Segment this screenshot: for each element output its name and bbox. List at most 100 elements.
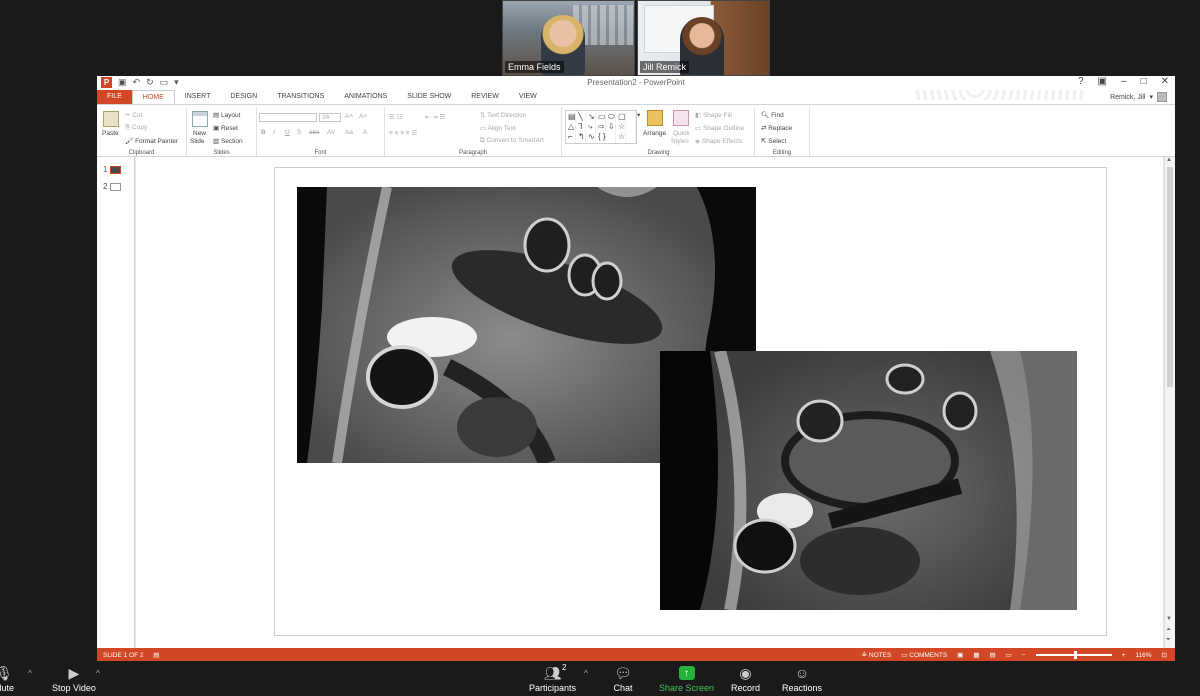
- comments-button[interactable]: ▭ COMMENTS: [901, 651, 947, 659]
- rounded-rect-shape-icon: ▢: [618, 112, 626, 121]
- scroll-up-icon[interactable]: ▲: [1166, 157, 1172, 163]
- scrollbar-thumb[interactable]: [1167, 167, 1173, 387]
- bold-button[interactable]: B: [261, 129, 266, 136]
- italic-button[interactable]: I: [273, 129, 275, 136]
- character-spacing-button[interactable]: AV: [327, 129, 335, 136]
- share-screen-button[interactable]: ↑ Share Screen: [659, 663, 714, 693]
- bullets-icon[interactable]: ☰ ☷: [389, 113, 402, 121]
- font-size-input[interactable]: 24: [319, 113, 341, 122]
- quick-styles-button-2[interactable]: Styles: [671, 138, 689, 145]
- shape-fill-button[interactable]: ◧ Shape Fill: [695, 111, 732, 119]
- align-text-button[interactable]: ▭ Align Text: [480, 124, 516, 132]
- maximize-icon[interactable]: □: [1141, 76, 1147, 87]
- quick-styles-icon[interactable]: [673, 110, 689, 126]
- shape-outline-label: Shape Outline: [702, 125, 745, 132]
- tab-file[interactable]: FILE: [97, 90, 132, 104]
- reset-button[interactable]: ▣ Reset: [213, 124, 238, 132]
- video-tile-jill[interactable]: Jill Remick: [637, 0, 770, 76]
- tab-review[interactable]: REVIEW: [461, 90, 509, 104]
- mute-button[interactable]: 🎙︎ Mute: [0, 663, 14, 694]
- help-icon[interactable]: ?: [1078, 76, 1084, 87]
- replace-button[interactable]: ⇄ Replace: [761, 124, 792, 132]
- participants-options-caret-icon[interactable]: ^: [584, 669, 588, 678]
- shape-outline-button[interactable]: ▭ Shape Outline: [695, 124, 744, 132]
- strikethrough-button[interactable]: abc: [309, 129, 319, 136]
- participants-button[interactable]: 👥︎ Participants: [529, 663, 576, 694]
- grow-font-icon[interactable]: A˄: [345, 113, 353, 120]
- tab-slide-show[interactable]: SLIDE SHOW: [397, 90, 461, 104]
- new-slide-icon[interactable]: [192, 111, 208, 127]
- next-slide-icon[interactable]: ⏷: [1166, 637, 1171, 644]
- slide-sorter-icon[interactable]: ▦: [973, 651, 979, 659]
- smartart-button[interactable]: ⧉ Convert to SmartArt: [480, 137, 544, 145]
- new-slide-button[interactable]: New: [193, 130, 206, 137]
- tab-insert[interactable]: INSERT: [175, 90, 221, 104]
- reading-view-icon[interactable]: ▤: [989, 651, 995, 659]
- slide-thumbnail-pane: 1 2: [97, 157, 135, 648]
- notes-button[interactable]: ≙ NOTES: [862, 651, 892, 659]
- slide-thumbnail-1[interactable]: 1: [103, 165, 122, 174]
- close-icon[interactable]: ✕: [1161, 76, 1169, 87]
- zoom-in-icon[interactable]: +: [1122, 652, 1126, 659]
- shapes-gallery[interactable]: ▤ ╲ ↘ ▭ ⬭ ▢ △ ⅂ ⤷ ⇨ ⇩ ☆ ⌐ ↰ ∿ { } ☆: [565, 110, 637, 144]
- replace-label: Replace: [768, 125, 793, 132]
- video-tile-emma[interactable]: Emma Fields: [502, 0, 635, 76]
- font-name-input[interactable]: [259, 113, 317, 122]
- minimize-icon[interactable]: –: [1121, 76, 1127, 87]
- mri-image-2[interactable]: [660, 351, 1077, 610]
- slideshow-view-icon[interactable]: ▭: [1006, 651, 1012, 659]
- stop-video-button[interactable]: ▶︎ Stop Video: [52, 663, 96, 694]
- zoom-slider[interactable]: [1035, 651, 1112, 659]
- font-color-button[interactable]: A: [363, 129, 367, 136]
- tab-design[interactable]: DESIGN: [220, 90, 267, 104]
- chat-button[interactable]: 💬︎ Chat: [613, 663, 633, 694]
- paragraph-group-label: Paragraph: [458, 150, 488, 156]
- zoom-level[interactable]: 116%: [1135, 652, 1151, 659]
- zoom-out-icon[interactable]: −: [1022, 652, 1026, 659]
- user-account[interactable]: Remick, Jill ▾: [1110, 92, 1167, 102]
- copy-button[interactable]: ⎘ Copy: [125, 124, 147, 132]
- paste-icon[interactable]: [103, 111, 119, 127]
- paste-button[interactable]: Paste: [102, 130, 119, 137]
- normal-view-icon[interactable]: ▣: [957, 651, 963, 659]
- new-slide-button-2[interactable]: Slide: [190, 138, 204, 145]
- tab-transitions[interactable]: TRANSITIONS: [267, 90, 334, 104]
- arrange-button[interactable]: Arrange: [643, 130, 666, 137]
- section-button[interactable]: ▥ Section: [213, 137, 243, 145]
- record-button[interactable]: ◉ Record: [731, 663, 760, 694]
- slide-thumbnail-2[interactable]: 2: [103, 182, 122, 191]
- select-button[interactable]: ⇱ Select: [761, 137, 786, 145]
- tab-animations[interactable]: ANIMATIONS: [334, 90, 397, 104]
- bracket-shape-icon: ↰: [578, 132, 585, 141]
- section-label: Section: [220, 138, 243, 145]
- spellcheck-icon[interactable]: ▤: [153, 652, 159, 659]
- shapes-gallery-more-icon[interactable]: ▾: [637, 111, 640, 119]
- cut-button[interactable]: ✂ Cut: [125, 111, 142, 119]
- shadow-button[interactable]: S: [297, 129, 301, 136]
- underline-button[interactable]: U: [285, 129, 290, 136]
- find-button[interactable]: 🔍︎ Find: [761, 111, 784, 119]
- text-direction-button[interactable]: ⇅ Text Direction: [480, 111, 527, 119]
- shrink-font-icon[interactable]: A˅: [359, 113, 367, 120]
- indent-icon[interactable]: ⇤ ⇥ ☰: [425, 113, 445, 121]
- vertical-scrollbar[interactable]: ▲ ▼ ⏶ ⏷: [1164, 157, 1175, 648]
- change-case-button[interactable]: Aa: [345, 129, 353, 136]
- shape-effects-button[interactable]: ◈ Shape Effects: [695, 137, 742, 145]
- window-title: Presentation2 - PowerPoint: [587, 78, 685, 87]
- quick-styles-button[interactable]: Quick: [673, 130, 690, 137]
- current-slide[interactable]: [274, 167, 1107, 636]
- tab-view[interactable]: VIEW: [509, 90, 547, 104]
- align-icons[interactable]: ≡ ≡ ≡ ≡ ☰: [389, 129, 417, 137]
- participants-count: 2: [562, 663, 567, 672]
- layout-button[interactable]: ▤ Layout: [213, 111, 240, 119]
- audio-options-caret-icon[interactable]: ^: [28, 669, 32, 678]
- format-painter-button[interactable]: 🖌 Format Painter: [125, 137, 178, 145]
- tab-home[interactable]: HOME: [131, 90, 175, 104]
- previous-slide-icon[interactable]: ⏶: [1166, 627, 1171, 634]
- reactions-button[interactable]: ☺ Reactions: [782, 663, 822, 693]
- scroll-down-icon[interactable]: ▼: [1166, 616, 1172, 622]
- fit-slide-icon[interactable]: ⊡: [1162, 651, 1167, 659]
- arrange-icon[interactable]: [647, 110, 663, 126]
- video-options-caret-icon[interactable]: ^: [96, 669, 100, 678]
- ribbon-display-icon[interactable]: ▣: [1098, 76, 1107, 87]
